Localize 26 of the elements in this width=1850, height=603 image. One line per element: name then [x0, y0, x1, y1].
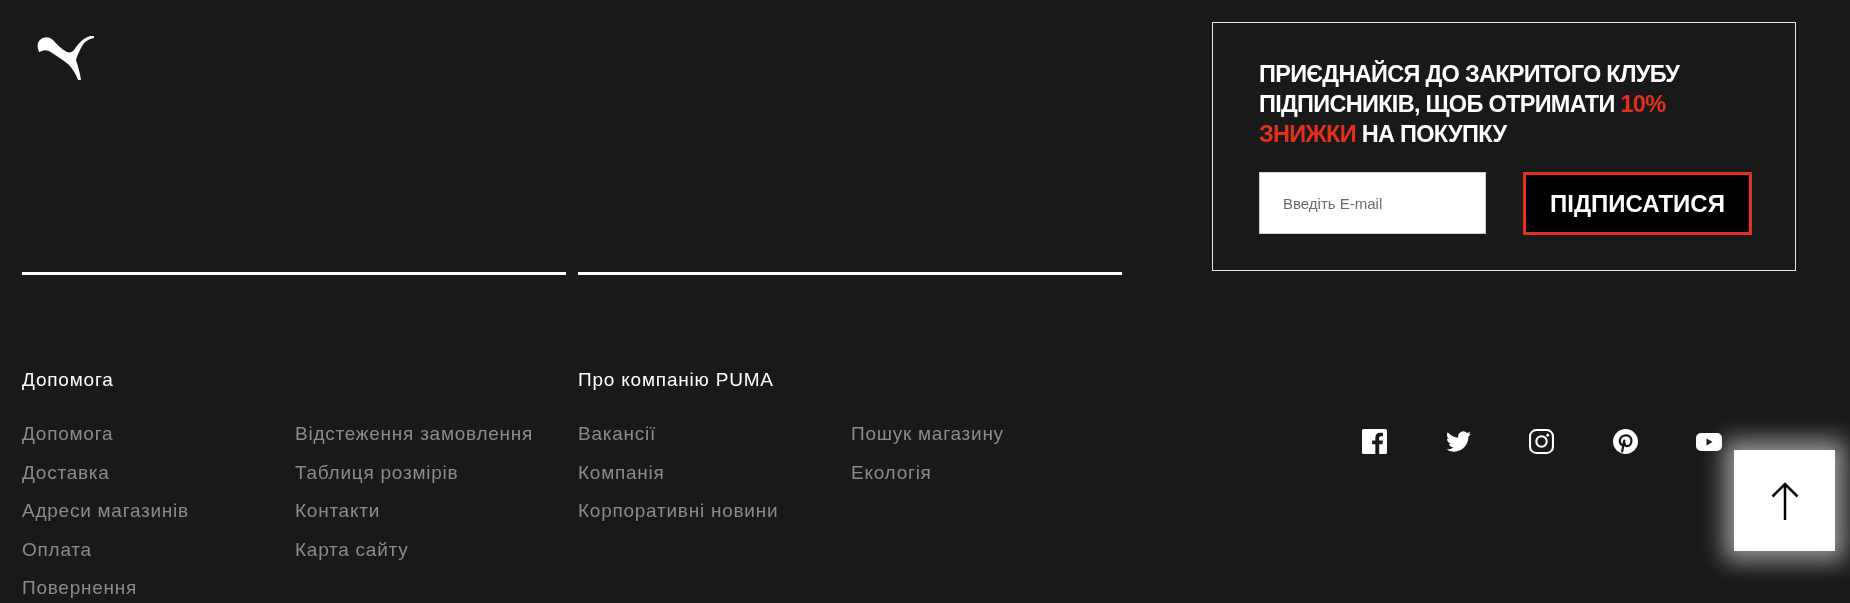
footer-link[interactable]: Корпоративні новини: [578, 499, 779, 523]
instagram-icon[interactable]: [1529, 429, 1554, 454]
footer-link[interactable]: Вакансії: [578, 422, 657, 446]
youtube-icon[interactable]: [1696, 432, 1722, 451]
footer-link[interactable]: Доставка: [22, 460, 110, 485]
footer-link[interactable]: Компанія: [578, 460, 665, 485]
footer-link[interactable]: Оплата: [22, 537, 92, 562]
twitter-icon[interactable]: [1445, 431, 1471, 452]
footer-link[interactable]: Карта сайту: [295, 537, 409, 562]
footer-section-title: Допомога: [22, 368, 114, 392]
cat-logo-icon[interactable]: [37, 35, 95, 81]
footer-link[interactable]: Відстеження замовлення: [295, 422, 534, 446]
footer-link[interactable]: Пошук магазину: [851, 422, 1004, 446]
footer-link[interactable]: Допомога: [22, 422, 114, 446]
newsletter-heading: ПРИЄДНАЙСЯ ДО ЗАКРИТОГО КЛУБУ ПІДПИСНИКІВ, ЩОБ ОТРИМАТИ 10% ЗНИЖКИ НА ПОКУПКУ: [1259, 59, 1681, 149]
facebook-icon[interactable]: [1362, 429, 1387, 454]
footer-section-title: Про компанію PUMA: [578, 368, 774, 392]
footer-link[interactable]: Контакти: [295, 499, 381, 523]
email-input-field[interactable]: Введіть E-mail: [1259, 172, 1486, 234]
footer-link[interactable]: Адреси магазинів: [22, 499, 189, 523]
subscribe-button[interactable]: ПІДПИСАТИСЯ: [1523, 172, 1752, 235]
up-arrow-icon: [1770, 481, 1799, 520]
pinterest-icon[interactable]: [1612, 429, 1638, 454]
footer-link[interactable]: Екологія: [851, 460, 932, 485]
footer-link[interactable]: Таблиця розмірів: [295, 460, 459, 485]
footer-link[interactable]: Повернення: [22, 576, 138, 600]
